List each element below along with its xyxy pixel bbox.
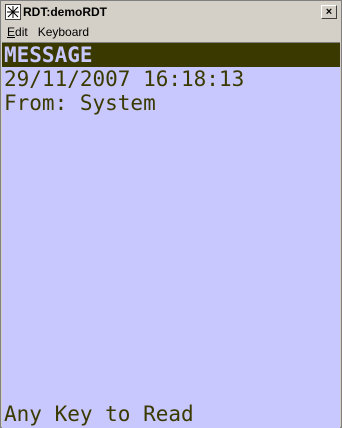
message-sender: From: System: [4, 91, 156, 115]
close-button[interactable]: ×: [321, 5, 337, 19]
footer-prompt: Any Key to Read: [4, 402, 194, 426]
app-icon: [5, 4, 21, 20]
menu-bar: Edit Keyboard: [2, 23, 340, 41]
message-datetime: 29/11/2007 16:18:13: [4, 67, 245, 91]
window-title: RDT:demoRDT: [23, 5, 107, 19]
menu-keyboard[interactable]: Keyboard: [33, 25, 94, 39]
app-window: RDT:demoRDT × Edit Keyboard MESSAGE 29/1…: [0, 0, 342, 428]
title-bar[interactable]: RDT:demoRDT ×: [2, 2, 340, 22]
menu-edit[interactable]: Edit: [2, 25, 33, 39]
terminal-screen[interactable]: MESSAGE 29/11/2007 16:18:13 From: System…: [2, 42, 340, 428]
message-header: MESSAGE: [4, 43, 93, 67]
